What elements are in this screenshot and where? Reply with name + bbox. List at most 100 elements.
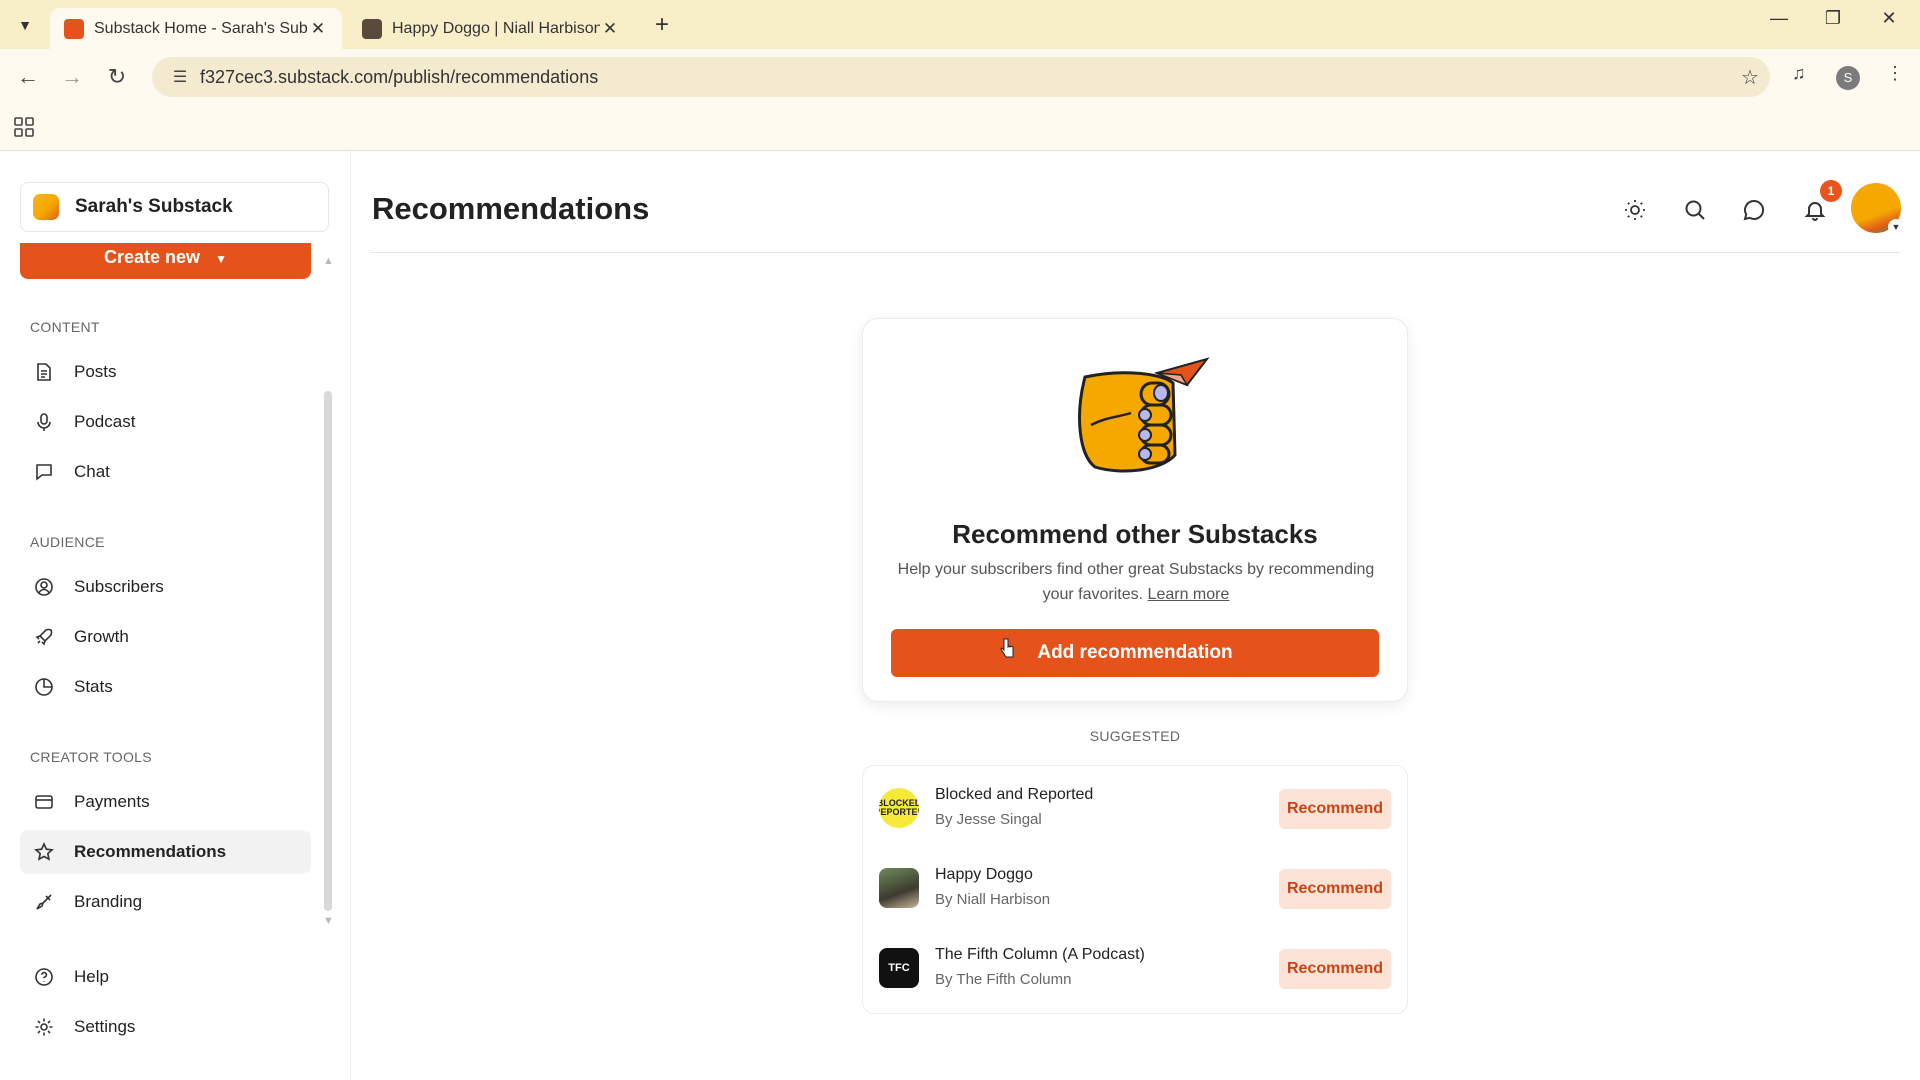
sidebar-item-subscribers[interactable]: Subscribers (20, 565, 311, 609)
header-divider (370, 252, 1900, 253)
back-icon[interactable]: ← (12, 61, 44, 93)
chat-icon (36, 464, 52, 481)
scroll-up-arrow-icon[interactable]: ▲ (323, 255, 334, 267)
publication-switcher[interactable]: Sarah's Substack (20, 182, 329, 232)
sidebar-item-label: Help (74, 967, 109, 986)
publication-name: Blocked and Reported (935, 786, 1094, 803)
sidebar-item-chat[interactable]: Chat (20, 450, 311, 494)
sidebar-item-recommendations[interactable]: Recommendations (20, 830, 311, 874)
pie-chart-icon (35, 678, 53, 696)
recommend-button[interactable]: Recommend (1279, 869, 1391, 909)
sidebar-item-label: Chat (74, 462, 110, 481)
window-close-icon[interactable]: ✕ (1866, 8, 1912, 29)
happy-doggo-logo (879, 868, 919, 908)
sidebar-item-posts[interactable]: Posts (20, 350, 311, 394)
recommend-description-text: Help your subscribers find other great S… (897, 561, 1375, 603)
publication-name: Sarah's Substack (75, 196, 233, 217)
browser-menu-icon[interactable]: ⋮ (1886, 63, 1904, 84)
suggested-list: BLOCKEDREPORTED Blocked and Reported By … (862, 765, 1408, 1014)
bookmark-star-icon[interactable]: ☆ (1730, 65, 1770, 90)
gear-icon (35, 1018, 53, 1036)
sidebar-item-help[interactable]: Help (20, 955, 311, 999)
sidebar-item-payments[interactable]: Payments (20, 780, 311, 824)
publication-author: By The Fifth Column (935, 971, 1072, 988)
tab-substack-home[interactable]: Substack Home - Sarah's Subst ✕ (50, 8, 342, 49)
publication-logo (33, 194, 59, 220)
list-item: Happy Doggo By Niall Harbison Recommend (863, 848, 1407, 928)
help-icon (35, 968, 53, 986)
list-item: BLOCKEDREPORTED Blocked and Reported By … (863, 768, 1407, 848)
publication-author: By Niall Harbison (935, 891, 1051, 908)
the-fifth-column-logo: TFC (879, 948, 919, 988)
sidebar-item-label: Podcast (74, 412, 136, 431)
sidebar-item-growth[interactable]: Growth (20, 615, 311, 659)
rocket-icon (35, 628, 53, 646)
sidebar-item-label: Subscribers (74, 577, 164, 596)
learn-more-link[interactable]: Learn more (1148, 586, 1230, 603)
browser-profile-avatar[interactable]: S (1836, 66, 1860, 90)
section-label-content: CONTENT (30, 319, 100, 335)
theme-toggle-button[interactable] (1617, 192, 1653, 228)
address-bar[interactable]: ☰ f327cec3.substack.com/publish/recommen… (152, 57, 1770, 97)
publication-name: The Fifth Column (A Podcast) (935, 946, 1145, 963)
new-tab-icon[interactable]: + (648, 12, 676, 40)
apps-grid-icon[interactable] (14, 117, 34, 137)
happy-doggo-favicon-icon (362, 18, 382, 39)
scroll-down-arrow-icon[interactable]: ▼ (323, 915, 334, 927)
reload-icon[interactable]: ↻ (101, 61, 133, 93)
sidebar-item-podcast[interactable]: Podcast (20, 400, 311, 444)
sidebar-item-label: Branding (74, 892, 143, 911)
star-icon (34, 842, 54, 861)
section-label-creator-tools: CREATOR TOOLS (30, 749, 152, 765)
suggested-label: SUGGESTED (1089, 728, 1181, 744)
sidebar-item-label: Recommendations (74, 842, 227, 861)
publication-author: By Jesse Singal (935, 811, 1042, 828)
chevron-down-icon[interactable]: ▼ (1888, 219, 1904, 235)
sidebar: Sarah's Substack Create new ▼ ▲ ▼ CONTEN… (0, 151, 351, 1080)
restore-icon[interactable]: ❐ (1810, 8, 1856, 29)
blocked-and-reported-logo: BLOCKEDREPORTED (879, 788, 919, 828)
browser-tab-bar: ▼ Substack Home - Sarah's Subst ✕ Happy … (0, 0, 1920, 49)
forward-icon[interactable]: → (56, 61, 88, 93)
sidebar-item-label: Stats (74, 677, 113, 696)
sun-icon (1625, 200, 1645, 220)
recommend-button[interactable]: Recommend (1279, 789, 1391, 829)
sidebar-item-settings[interactable]: Settings (20, 1005, 311, 1049)
search-button[interactable] (1677, 192, 1713, 228)
notification-count-badge: 1 (1820, 180, 1842, 202)
chevron-down-icon: ▼ (215, 252, 227, 266)
sidebar-item-stats[interactable]: Stats (20, 665, 311, 709)
messages-button[interactable] (1736, 192, 1772, 228)
close-tab-icon[interactable]: ✕ (600, 19, 620, 39)
minimize-icon[interactable]: — (1756, 8, 1802, 29)
recommend-description: Help your subscribers find other great S… (891, 557, 1381, 607)
sidebar-scrollbar[interactable] (324, 391, 332, 911)
bookmarks-bar (0, 105, 1920, 151)
user-circle-icon (35, 578, 53, 596)
credit-card-icon (35, 795, 53, 809)
tab-title: Happy Doggo | Niall Harbison | (392, 19, 600, 37)
site-info-icon[interactable]: ☰ (160, 67, 200, 87)
search-icon (1685, 200, 1705, 220)
close-tab-icon[interactable]: ✕ (308, 19, 328, 39)
hand-cursor-icon (1000, 638, 1014, 658)
tab-happy-doggo[interactable]: Happy Doggo | Niall Harbison | ✕ (348, 8, 634, 49)
add-recommendation-button[interactable]: Add recommendation (891, 629, 1379, 677)
media-controls-icon[interactable]: ♫ (1792, 63, 1806, 84)
page-title: Recommendations (372, 191, 650, 226)
list-item: TFC The Fifth Column (A Podcast) By The … (863, 928, 1407, 1008)
sidebar-item-label: Growth (74, 627, 129, 646)
bell-icon (1804, 202, 1826, 221)
substack-favicon-icon (64, 18, 84, 39)
hand-paper-plane-illustration (1078, 357, 1210, 473)
browser-toolbar: ← → ↻ ☰ f327cec3.substack.com/publish/re… (0, 49, 1920, 105)
recommend-button[interactable]: Recommend (1279, 949, 1391, 989)
message-bubble-icon (1743, 199, 1765, 221)
sidebar-item-label: Settings (74, 1017, 136, 1036)
tab-title: Substack Home - Sarah's Subst (94, 19, 308, 37)
sidebar-item-branding[interactable]: Branding (20, 880, 311, 924)
tab-search-dropdown-icon[interactable]: ▼ (8, 10, 42, 40)
create-new-button[interactable]: Create new ▼ (20, 243, 311, 279)
sidebar-item-label: Payments (74, 792, 150, 811)
brush-icon (36, 894, 52, 910)
